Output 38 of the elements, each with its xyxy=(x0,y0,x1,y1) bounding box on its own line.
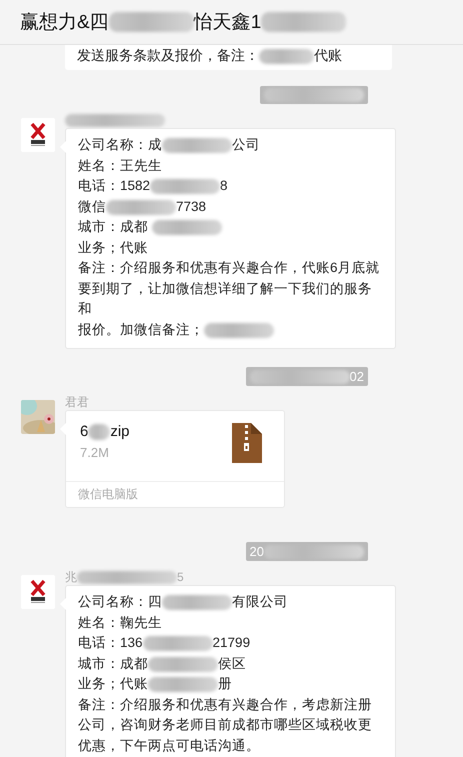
message-text: 有限公司 xyxy=(232,594,288,610)
zip-file-icon xyxy=(232,423,262,464)
window-title: 赢想力&四 xyxy=(20,11,109,35)
window-title: 怡天鑫1 xyxy=(194,11,262,35)
avatar[interactable] xyxy=(21,575,55,610)
message-text: 7738 xyxy=(176,198,206,214)
message-text: 代账 xyxy=(314,47,342,63)
timestamp: 20 xyxy=(250,544,264,560)
file-name: 6 xyxy=(80,423,88,440)
timestamp: 02 xyxy=(350,369,364,384)
message-text: 城市：成都 xyxy=(78,656,148,671)
message-text: 公司名称：成 xyxy=(78,137,162,152)
message-text: 业务；代账 xyxy=(78,676,148,692)
message-text: 电话：136 xyxy=(78,635,143,650)
message-text: 侯区 xyxy=(218,656,246,671)
sender-name: 兆 xyxy=(65,568,77,586)
message-text: 备注：介绍服务和优惠有兴趣合作，代账6月底就 xyxy=(78,260,380,276)
file-size: 7.2M xyxy=(80,445,110,460)
message-text: 城市：成都 xyxy=(78,219,149,234)
message-text: 微信 xyxy=(78,198,106,214)
message-text: 发送服务条款及报价，备注： xyxy=(77,47,259,63)
message-text: 报价。加微信备注； xyxy=(78,322,204,337)
avatar[interactable] xyxy=(21,118,55,152)
file-name: zip xyxy=(110,423,130,440)
message-text: 公司名称：四 xyxy=(78,594,162,610)
message-text: 要到期了，让加微信想详细了解一下我们的服务和 xyxy=(78,280,372,316)
sender-name: 君君 xyxy=(65,394,89,411)
sender-name: 5 xyxy=(177,570,184,584)
message-text: 备注：介绍服务和优惠有兴趣合作，考虑新注册公司，咨询财务老师目前成都市哪些区域税收更优惠，下午两点可电话沟通。 xyxy=(78,696,372,753)
message-text: 业务；代账 xyxy=(78,240,148,255)
message-text: 姓名：鞠先生 xyxy=(78,614,162,630)
message-text: 公司 xyxy=(232,137,260,152)
file-source: 微信电脑版 xyxy=(66,481,284,508)
message-text: 姓名：王先生 xyxy=(78,158,162,173)
message-text: 册 xyxy=(218,676,232,692)
message-text: 电话：1582 xyxy=(78,178,150,194)
message-text: 21799 xyxy=(212,635,250,650)
message-text: 8 xyxy=(220,178,228,194)
